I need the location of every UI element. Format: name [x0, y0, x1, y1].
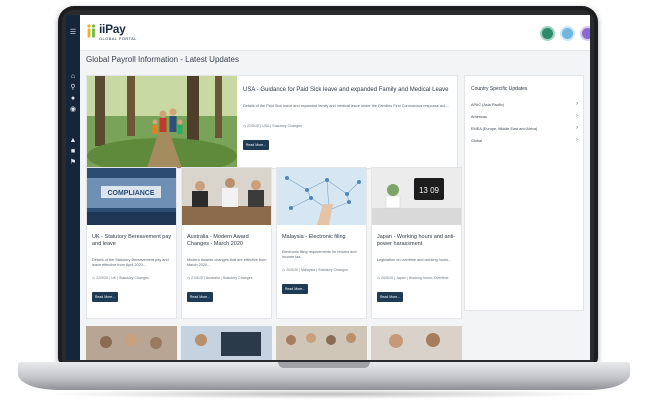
profile-avatar[interactable]: [580, 26, 590, 41]
country-updates-title: Country Specific Updates: [471, 86, 528, 92]
card-meta-malaysia: ◷ 20/5/20 | Malaysia | Statutory Changes: [282, 268, 348, 272]
article-card-uk[interactable]: COMPLIANCE UK - Statutory Bereavement pa…: [86, 167, 177, 319]
card-text-malaysia: Electronic filing requirements for retur…: [282, 250, 357, 260]
card-meta-japan: ◷ 20/5/20 | Japan | Working hours, Overt…: [377, 276, 449, 280]
document-icon[interactable]: ■: [69, 148, 77, 156]
laptop-frame: ☰ ⌂ ⚲ ● ◉ ▲ ■ ⚑ iiPay GLOBAL PORTAL Glob…: [0, 0, 646, 415]
top-bar: iiPay GLOBAL PORTAL: [80, 15, 590, 51]
article-card-malaysia[interactable]: Malaysia - Electronic filing Electronic …: [276, 167, 367, 319]
card-text-australia: Modern Awards changes that are effective…: [187, 258, 267, 268]
card-text-uk: Details of the Statutory Bereavement pay…: [92, 258, 169, 268]
user-icon[interactable]: ●: [69, 95, 77, 103]
featured-text: Details of the Paid Sick leave and expan…: [243, 104, 450, 108]
read-more-button-uk[interactable]: Read More...: [92, 292, 118, 302]
logo-subtitle: GLOBAL PORTAL: [99, 36, 137, 41]
laptop-work-image: [181, 326, 272, 360]
chevron-right-icon[interactable]: ›: [576, 125, 578, 131]
country-updates-panel: Country Specific Updates APAC (Asia Paci…: [464, 75, 584, 311]
read-more-button-australia[interactable]: Read More...: [187, 292, 213, 302]
chevron-right-icon[interactable]: ›: [576, 101, 578, 107]
notifications-icon[interactable]: [540, 26, 555, 41]
card-text-japan: Legislation on overtime and working hour…: [377, 258, 452, 262]
digital-network-image: [277, 168, 366, 225]
featured-title[interactable]: USA - Guidance for Paid Sick leave and e…: [243, 87, 453, 94]
team-photo-image: [86, 326, 177, 360]
laptop-notch: [278, 362, 370, 368]
smiling-people-image: [371, 326, 462, 360]
compliance-binder-image: COMPLIANCE: [87, 168, 176, 225]
card-meta-text-uk: 22/5/20 | UK | Statutory Changes: [96, 276, 149, 280]
featured-meta-text: 22/5/20 | USA | Statutory Changes: [247, 124, 302, 128]
card-meta-text-australia: 21/5/20 | Australia | Statutory Changes: [191, 276, 253, 280]
read-more-button-japan[interactable]: Read More...: [377, 292, 403, 302]
card-meta-uk: ◷ 22/5/20 | UK | Statutory Changes: [92, 276, 149, 280]
card-title-australia[interactable]: Australia - Modern Award Changes - March…: [187, 234, 269, 248]
page-title: Global Payroll Information - Latest Upda…: [86, 55, 239, 64]
featured-meta: ◷ 22/5/20 | USA | Statutory Changes: [243, 124, 453, 128]
chevron-right-icon[interactable]: ›: [576, 137, 578, 143]
country-item-global[interactable]: Global: [471, 139, 482, 143]
clock-icon: ◷: [243, 124, 247, 128]
card-meta-text-japan: 20/5/20 | Japan | Working hours, Overtim…: [381, 276, 449, 280]
pin-icon[interactable]: ▲: [69, 137, 77, 145]
country-item-apac[interactable]: APAC (Asia Pacific): [471, 103, 504, 107]
article-card-japan[interactable]: 13 09 Japan - Working hours and anti-pow…: [371, 167, 462, 319]
sidebar: ☰ ⌂ ⚲ ● ◉ ▲ ■ ⚑: [66, 15, 80, 360]
globe-icon[interactable]: ◉: [69, 106, 77, 114]
featured-article-card[interactable]: USA - Guidance for Paid Sick leave and e…: [86, 75, 458, 169]
help-icon[interactable]: [560, 26, 575, 41]
card-meta-text-malaysia: 20/5/20 | Malaysia | Statutory Changes: [286, 268, 348, 272]
country-item-emea[interactable]: EMEA (Europe, Middle East and Africa): [471, 127, 537, 131]
group-meeting-image: [276, 326, 367, 360]
read-more-button-malaysia[interactable]: Read More...: [282, 284, 308, 294]
card-title-malaysia[interactable]: Malaysia - Electronic filing: [282, 234, 364, 241]
card-meta-australia: ◷ 21/5/20 | Australia | Statutory Change…: [187, 276, 253, 280]
article-card-australia[interactable]: Australia - Modern Award Changes - March…: [181, 167, 272, 319]
logo-text: iiPay: [99, 22, 126, 36]
forest-family-image: [87, 76, 237, 168]
desk-clock-image: 13 09: [372, 168, 461, 225]
compliance-label: COMPLIANCE: [107, 190, 154, 197]
logo-icon: [87, 24, 96, 38]
featured-read-more-button[interactable]: Read More...: [243, 140, 269, 150]
chevron-right-icon[interactable]: ›: [576, 113, 578, 119]
flag-icon[interactable]: ⚑: [69, 159, 77, 167]
card-title-uk[interactable]: UK - Statutory Bereavement pay and leave: [92, 234, 174, 248]
menu-icon[interactable]: ☰: [69, 29, 77, 37]
screen: ☰ ⌂ ⚲ ● ◉ ▲ ■ ⚑ iiPay GLOBAL PORTAL Glob…: [66, 15, 590, 360]
business-meeting-image: [182, 168, 271, 225]
clock-display: 13 09: [419, 186, 440, 195]
country-item-americas[interactable]: Americas: [471, 115, 487, 119]
card-title-japan[interactable]: Japan - Working hours and anti-power har…: [377, 234, 459, 248]
search-icon[interactable]: ⚲: [69, 84, 77, 92]
home-icon[interactable]: ⌂: [69, 73, 77, 81]
laptop-shadow: [40, 389, 606, 399]
